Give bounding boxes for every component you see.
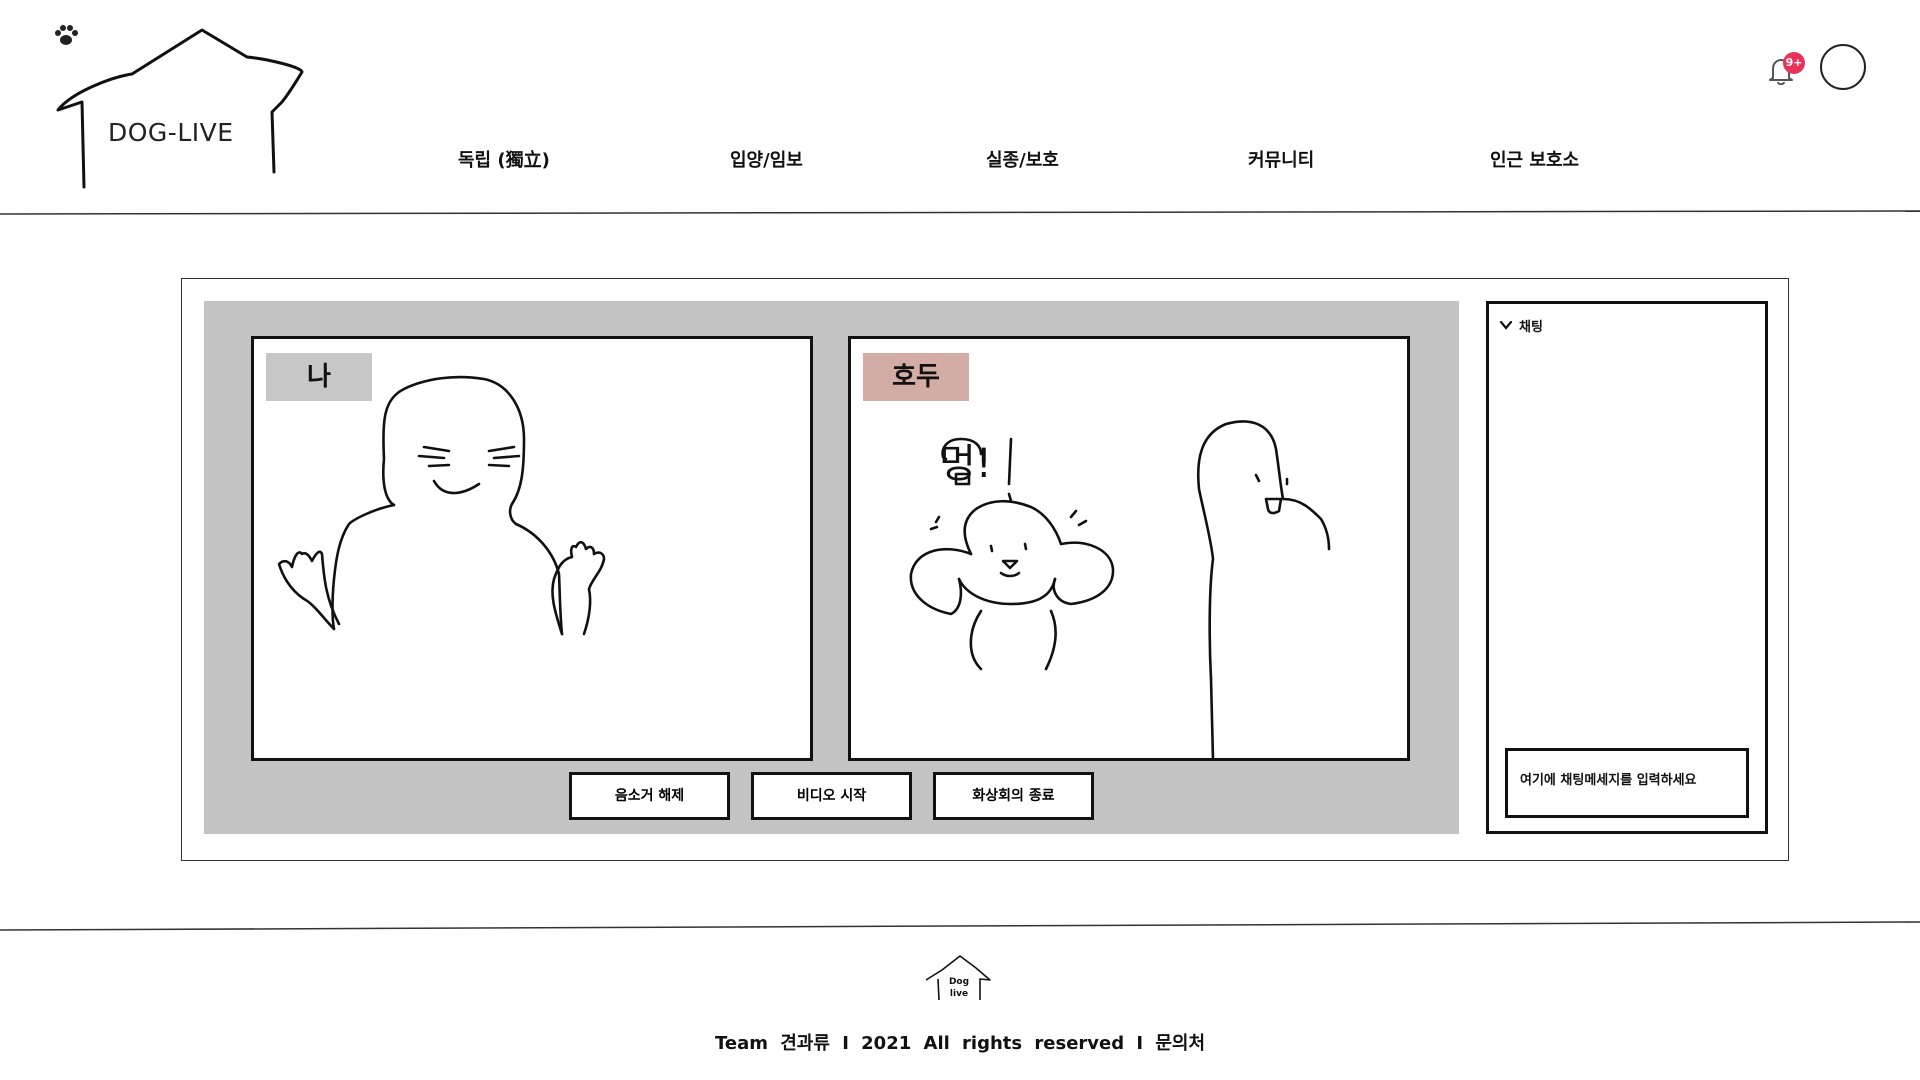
main-nav: 독립 (獨立) 입양/임보 실종/보호 커뮤니티 인근 보호소 (0, 146, 1920, 176)
nav-item-community[interactable]: 커뮤니티 (1248, 146, 1314, 172)
end-meeting-button[interactable]: 화상회의 종료 (933, 772, 1094, 820)
unmute-button[interactable]: 음소거 해제 (569, 772, 730, 820)
start-video-button[interactable]: 비디오 시작 (751, 772, 912, 820)
logo-text: DOG-LIVE (108, 118, 234, 147)
speech-bubble-text: 멍! (939, 441, 992, 487)
nav-item-independence[interactable]: 독립 (獨立) (458, 146, 550, 172)
video-tile-other[interactable]: 호두 멍! (848, 336, 1410, 761)
footer-logo[interactable]: Dog live (924, 950, 994, 1002)
avatar[interactable] (1820, 44, 1866, 90)
chat-panel: 채팅 여기에 채팅메세지를 입력하세요 (1486, 301, 1768, 834)
participant-drawing (909, 420, 1331, 758)
participant-name-tag: 나 (266, 353, 372, 401)
chat-header[interactable]: 채팅 (1499, 314, 1543, 336)
notification-badge: 9+ (1783, 52, 1805, 74)
nav-item-adoption[interactable]: 입양/임보 (730, 146, 803, 172)
footer-logo-text: Dog (948, 977, 970, 987)
nav-item-shelter[interactable]: 인근 보호소 (1490, 146, 1579, 172)
participant-name-tag: 호두 (863, 353, 969, 401)
header-divider (0, 210, 1920, 215)
paw-icon (55, 25, 78, 45)
footer-copyright: Team 견과류 I 2021 All rights reserved I 문의… (714, 1033, 1206, 1054)
chat-input[interactable]: 여기에 채팅메세지를 입력하세요 (1505, 748, 1749, 818)
user-drawing (277, 375, 606, 636)
footer-logo-text: live (949, 989, 969, 999)
chat-title: 채팅 (1519, 319, 1543, 335)
header: DOG-LIVE 독립 (獨立) 입양/임보 실종/보호 커뮤니티 인근 보호소… (0, 0, 1920, 215)
video-tile-me[interactable]: 나 (251, 336, 813, 761)
nav-item-missing[interactable]: 실종/보호 (986, 146, 1059, 172)
footer-divider (0, 921, 1920, 931)
chevron-down-icon (1499, 320, 1513, 330)
